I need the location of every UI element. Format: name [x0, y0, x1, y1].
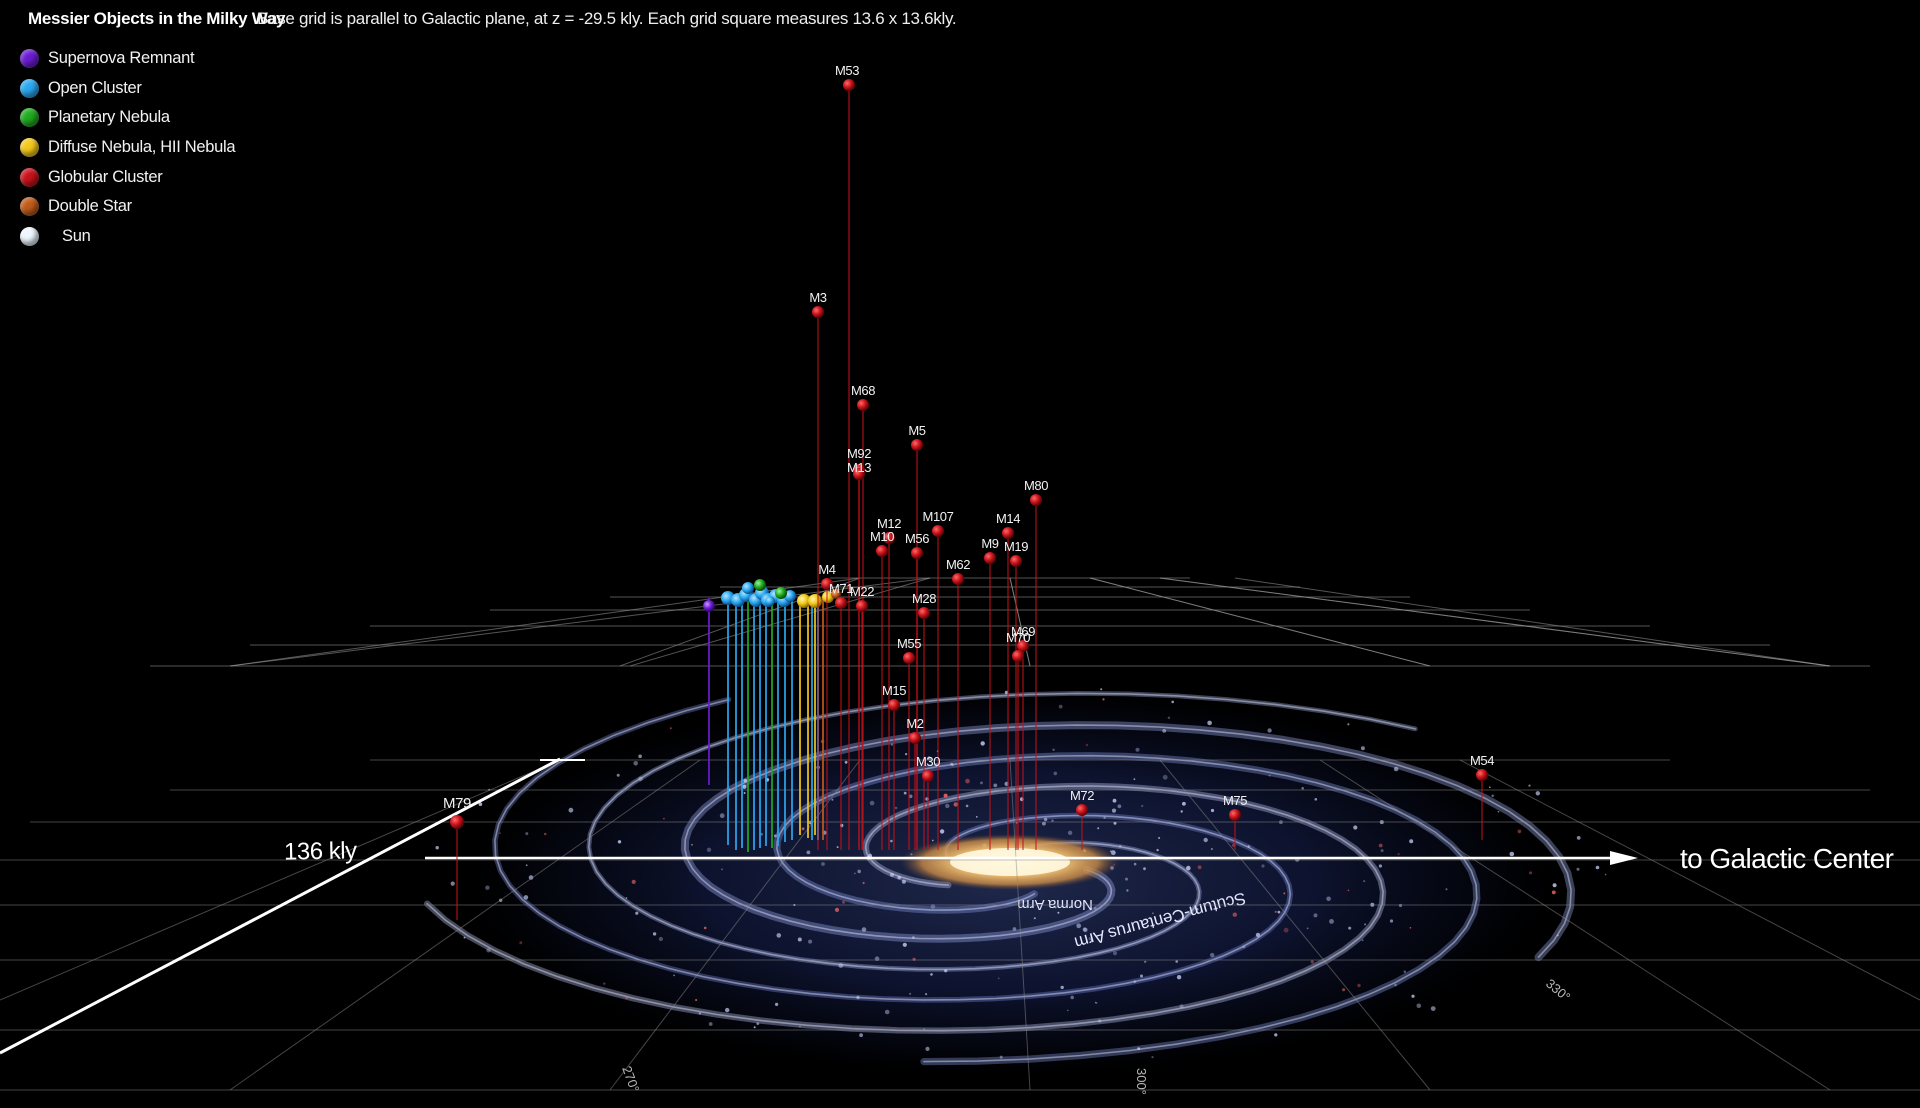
object-label: M62 — [946, 557, 970, 572]
object-label: M75 — [1223, 793, 1247, 808]
legend-label: Planetary Nebula — [48, 108, 170, 127]
object-label: M4 — [818, 562, 835, 577]
globular-cluster-marker — [812, 306, 824, 318]
globular-cluster-marker — [1476, 769, 1488, 781]
globular-cluster-marker — [952, 573, 964, 585]
object-label: M79 — [443, 795, 471, 812]
object-label: M55 — [897, 636, 921, 651]
object-label: M28 — [912, 591, 936, 606]
object-label: M70 — [1006, 630, 1030, 645]
legend-label: Sun — [62, 226, 91, 245]
globular-cluster-marker — [857, 399, 869, 411]
globular-cluster-marker — [932, 525, 944, 537]
legend-label: Double Star — [48, 197, 132, 216]
direction-label: to Galactic Center — [1680, 843, 1894, 874]
legend-item-diffuse-nebula: Diffuse Nebula, HII Nebula — [20, 133, 236, 163]
globular-cluster-marker — [1229, 809, 1241, 821]
globular-cluster-marker — [1010, 555, 1022, 567]
globular-cluster-marker — [876, 545, 888, 557]
globular-cluster-marker — [888, 699, 900, 711]
legend-label: Diffuse Nebula, HII Nebula — [48, 138, 236, 157]
page-subtitle: Base grid is parallel to Galactic plane,… — [257, 9, 957, 28]
globular-cluster-marker — [1030, 494, 1042, 506]
object-label: M13 — [847, 460, 871, 475]
legend-swatch-green — [20, 108, 39, 128]
legend-item-open-cluster: Open Cluster — [20, 74, 235, 104]
galaxy-3d-scene: Norma Arm Scutum-Centaurus Arm 270° 300°… — [0, 63, 1920, 1095]
globular-cluster-marker — [1002, 527, 1014, 539]
object-label: M10 — [870, 529, 894, 544]
galactic-center-arrow — [1610, 851, 1638, 865]
object-label: M15 — [882, 683, 906, 698]
legend-item-planetary-nebula: Planetary Nebula — [20, 103, 235, 133]
legend-label: Supernova Remnant — [48, 49, 195, 68]
object-label: M56 — [905, 531, 929, 546]
legend-item-sun: Sun — [20, 222, 235, 252]
scale-label: 136 kly — [283, 837, 357, 866]
legend-item-globular-cluster: Globular Cluster — [20, 162, 235, 192]
open-cluster-ball — [742, 582, 754, 594]
globular-cluster-marker — [984, 552, 996, 564]
object-label: M30 — [916, 754, 940, 769]
planetary-nebula-ball — [754, 579, 766, 591]
upper-reference-grid — [150, 577, 1870, 667]
globular-cluster-marker — [835, 597, 847, 609]
globular-cluster-marker — [922, 770, 934, 782]
globular-cluster-marker — [911, 439, 923, 451]
legend: Supernova Remnant Open Cluster Planetary… — [20, 44, 236, 252]
planetary-nebula-ball — [775, 587, 787, 599]
legend-item-supernova-remnant: Supernova Remnant — [20, 44, 235, 74]
page-title: Messier Objects in the Milky Way — [28, 9, 286, 28]
object-label: M80 — [1024, 478, 1048, 493]
object-label: M72 — [1070, 788, 1094, 803]
milky-way-disc: Norma Arm Scutum-Centaurus Arm 270° 300°… — [424, 682, 1607, 1095]
legend-label: Open Cluster — [48, 78, 142, 97]
object-label: M54 — [1470, 753, 1494, 768]
globular-cluster-marker — [843, 79, 855, 91]
globular-cluster-marker — [1076, 804, 1088, 816]
globular-cluster-marker — [450, 815, 464, 829]
globular-cluster-marker — [903, 652, 915, 664]
object-label: M92 — [847, 446, 871, 461]
legend-swatch-red — [20, 167, 39, 187]
globular-cluster-marker — [909, 732, 921, 744]
object-label: M2 — [906, 716, 923, 731]
globular-cluster-marker — [1012, 650, 1024, 662]
legend-swatch-blue — [20, 78, 39, 98]
object-label: M19 — [1004, 539, 1028, 554]
object-label: M5 — [908, 423, 925, 438]
legend-label: Globular Cluster — [48, 167, 163, 186]
globular-cluster-marker — [918, 607, 930, 619]
legend-swatch-yellow — [20, 138, 39, 158]
object-label: M9 — [981, 536, 998, 551]
object-label: M107 — [923, 509, 954, 524]
object-label: M53 — [835, 63, 859, 78]
globular-cluster-marker — [911, 547, 923, 559]
diffuse-nebula-ball — [808, 594, 822, 608]
degree-label-300: 300° — [1134, 1068, 1149, 1095]
legend-item-double-star: Double Star — [20, 192, 235, 222]
degree-label-330: 330° — [1543, 976, 1573, 1005]
globular-cluster-marker — [856, 600, 868, 612]
object-label: M22 — [850, 584, 874, 599]
sun-marker — [765, 596, 775, 606]
legend-swatch-purple — [20, 49, 39, 69]
legend-swatch-white — [20, 226, 39, 246]
legend-swatch-orange — [20, 197, 39, 217]
object-label: M3 — [809, 290, 826, 305]
supernova-remnant-ball — [703, 600, 715, 612]
object-label: M14 — [996, 511, 1020, 526]
object-label: M68 — [851, 383, 875, 398]
